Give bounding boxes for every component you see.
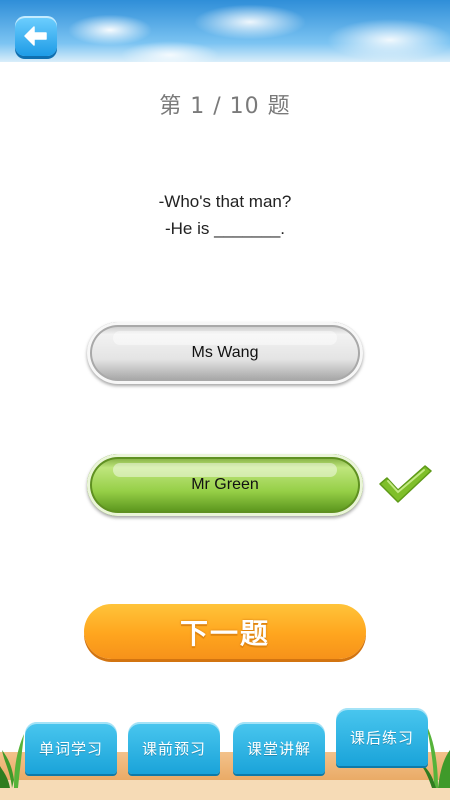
tab-preview[interactable]: 课前预习 bbox=[128, 722, 220, 774]
tab-lecture[interactable]: 课堂讲解 bbox=[233, 722, 325, 774]
tab-homework[interactable]: 课后练习 bbox=[336, 708, 428, 766]
question-progress: 第 1 / 10 题 bbox=[159, 94, 291, 119]
option-label: Mr Green bbox=[191, 476, 259, 493]
question-text: -Who's that man? -He is _______. bbox=[0, 188, 450, 242]
option-ms-wang[interactable]: Ms Wang bbox=[87, 322, 363, 384]
back-arrow-icon bbox=[24, 26, 47, 46]
tab-word-study[interactable]: 单词学习 bbox=[25, 722, 117, 774]
question-line-1: -Who's that man? bbox=[158, 192, 292, 211]
checkmark-icon bbox=[379, 465, 432, 503]
tab-label: 课后练习 bbox=[349, 728, 414, 747]
next-question-label: 下一题 bbox=[179, 616, 270, 650]
sky-banner bbox=[0, 0, 450, 62]
question-line-2: -He is _______. bbox=[164, 219, 286, 238]
tab-label: 单词学习 bbox=[38, 739, 103, 758]
tab-label: 课前预习 bbox=[141, 739, 206, 758]
back-button[interactable] bbox=[15, 16, 57, 56]
bottom-bar-base bbox=[0, 780, 450, 800]
option-mr-green[interactable]: Mr Green bbox=[87, 454, 363, 516]
next-question-button[interactable]: 下一题 bbox=[84, 604, 366, 659]
tab-label: 课堂讲解 bbox=[246, 739, 311, 758]
option-label: Ms Wang bbox=[191, 344, 259, 361]
